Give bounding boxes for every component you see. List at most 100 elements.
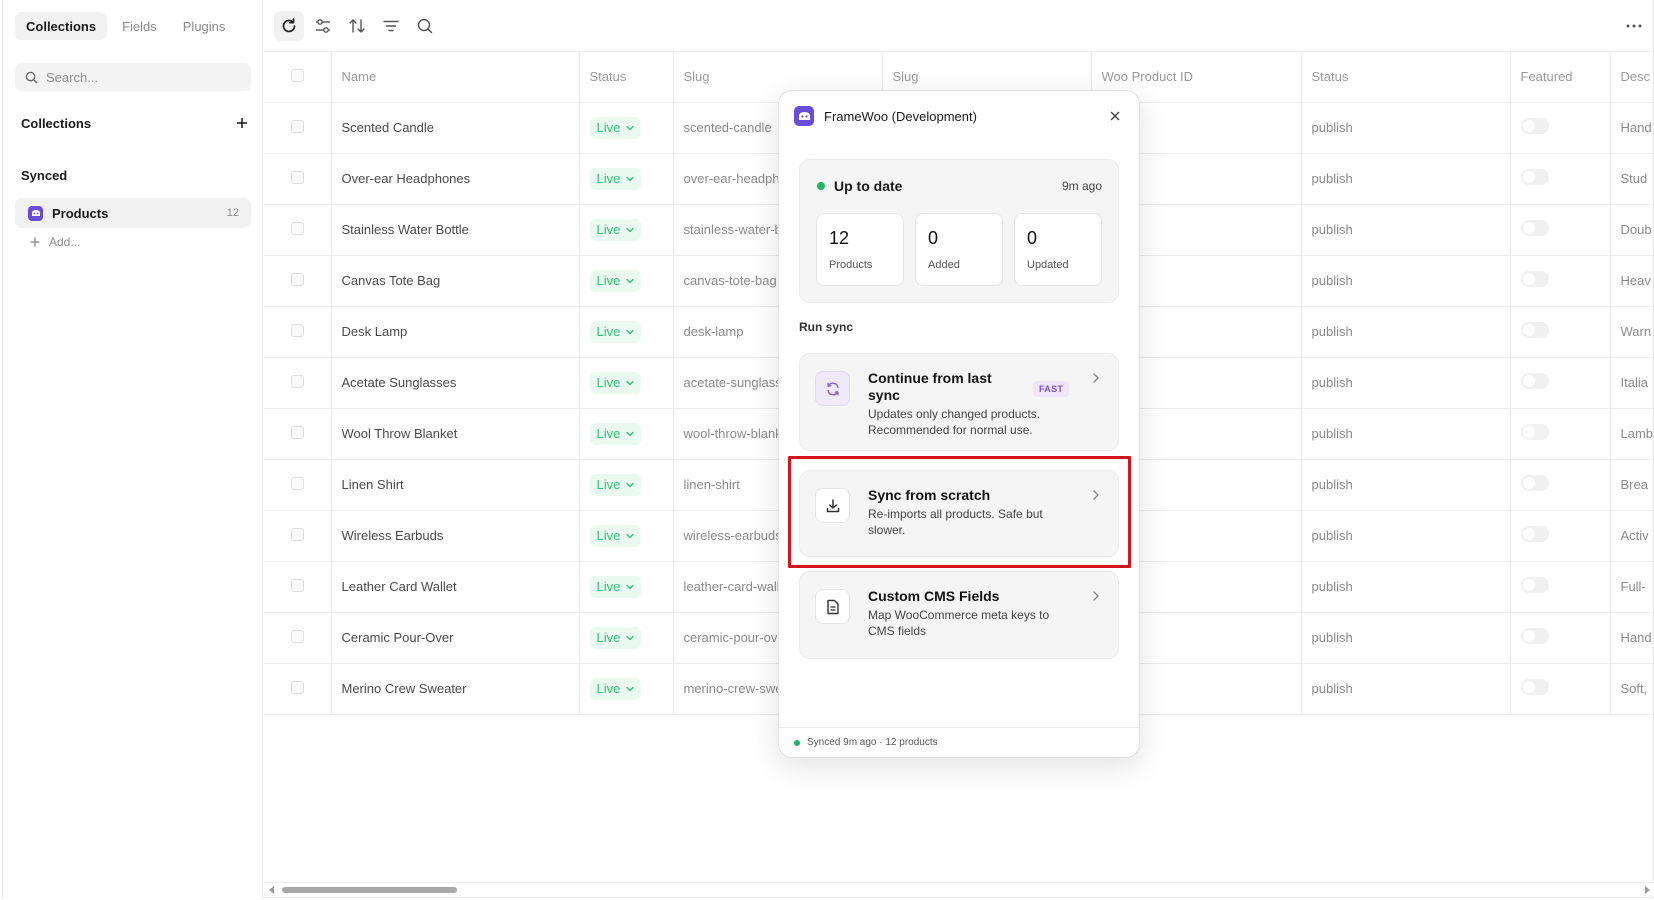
- status-badge[interactable]: Live: [589, 677, 642, 700]
- cell-status[interactable]: Live: [579, 102, 674, 154]
- row-checkbox[interactable]: [264, 663, 332, 715]
- cell-wp-status[interactable]: publish: [1301, 510, 1511, 562]
- sort-button[interactable]: [342, 11, 372, 41]
- column-header[interactable]: Featured: [1510, 52, 1611, 103]
- cell-status[interactable]: Live: [579, 357, 674, 409]
- cell-status[interactable]: Live: [579, 663, 674, 715]
- cell-wp-status[interactable]: publish: [1301, 408, 1511, 460]
- tab-collections[interactable]: Collections: [15, 12, 108, 40]
- sync-from-scratch-button[interactable]: Sync from scratch Re-imports all product…: [799, 470, 1119, 557]
- featured-toggle[interactable]: [1520, 679, 1549, 695]
- cell-featured[interactable]: [1510, 153, 1611, 205]
- cell-wp-status[interactable]: publish: [1301, 204, 1511, 256]
- close-button[interactable]: [1106, 107, 1124, 125]
- cell-name[interactable]: Over-ear Headphones: [331, 153, 580, 205]
- status-badge[interactable]: Live: [589, 422, 642, 445]
- cell-name[interactable]: Wool Throw Blanket: [331, 408, 580, 460]
- featured-toggle[interactable]: [1520, 628, 1549, 644]
- column-header[interactable]: Desc: [1610, 52, 1654, 103]
- more-button[interactable]: [1619, 11, 1649, 41]
- cell-description[interactable]: Full-: [1610, 561, 1654, 613]
- featured-toggle[interactable]: [1520, 475, 1549, 491]
- row-checkbox[interactable]: [264, 102, 332, 154]
- cell-description[interactable]: Heav: [1610, 255, 1654, 307]
- custom-cms-fields-button[interactable]: Custom CMS Fields Map WooCommerce meta k…: [799, 571, 1119, 659]
- row-checkbox[interactable]: [264, 561, 332, 613]
- cell-status[interactable]: Live: [579, 561, 674, 613]
- cell-name[interactable]: Merino Crew Sweater: [331, 663, 580, 715]
- cell-name[interactable]: Stainless Water Bottle: [331, 204, 580, 256]
- search-input[interactable]: [46, 69, 236, 85]
- row-checkbox[interactable]: [264, 255, 332, 307]
- status-badge[interactable]: Live: [589, 371, 642, 394]
- status-badge[interactable]: Live: [589, 167, 642, 190]
- cell-status[interactable]: Live: [579, 306, 674, 358]
- scrollbar-thumb[interactable]: [282, 887, 457, 893]
- cell-name[interactable]: Linen Shirt: [331, 459, 580, 511]
- cell-featured[interactable]: [1510, 408, 1611, 460]
- cell-featured[interactable]: [1510, 102, 1611, 154]
- status-badge[interactable]: Live: [589, 320, 642, 343]
- cell-featured[interactable]: [1510, 612, 1611, 664]
- row-checkbox[interactable]: [264, 459, 332, 511]
- cell-status[interactable]: Live: [579, 459, 674, 511]
- scroll-right-icon[interactable]: [1645, 886, 1650, 894]
- search-button[interactable]: [410, 11, 440, 41]
- row-checkbox[interactable]: [264, 306, 332, 358]
- cell-wp-status[interactable]: publish: [1301, 255, 1511, 307]
- row-checkbox[interactable]: [264, 510, 332, 562]
- row-checkbox[interactable]: [264, 153, 332, 205]
- status-badge[interactable]: Live: [589, 218, 642, 241]
- cell-featured[interactable]: [1510, 204, 1611, 256]
- cell-featured[interactable]: [1510, 663, 1611, 715]
- cell-status[interactable]: Live: [579, 408, 674, 460]
- select-all-checkbox[interactable]: [264, 52, 332, 103]
- cell-description[interactable]: Hand: [1610, 102, 1654, 154]
- add-synced-button[interactable]: Add...: [30, 235, 80, 249]
- row-checkbox[interactable]: [264, 612, 332, 664]
- cell-description[interactable]: Hand: [1610, 612, 1654, 664]
- status-badge[interactable]: Live: [589, 269, 642, 292]
- filter-button[interactable]: [376, 11, 406, 41]
- cell-featured[interactable]: [1510, 357, 1611, 409]
- status-badge[interactable]: Live: [589, 626, 642, 649]
- sidebar-item-products[interactable]: Products 12: [15, 198, 251, 228]
- cell-description[interactable]: Warn: [1610, 306, 1654, 358]
- cell-status[interactable]: Live: [579, 510, 674, 562]
- featured-toggle[interactable]: [1520, 577, 1549, 593]
- cell-wp-status[interactable]: publish: [1301, 459, 1511, 511]
- cell-description[interactable]: Activ: [1610, 510, 1654, 562]
- featured-toggle[interactable]: [1520, 118, 1549, 134]
- featured-toggle[interactable]: [1520, 271, 1549, 287]
- cell-featured[interactable]: [1510, 510, 1611, 562]
- status-badge[interactable]: Live: [589, 116, 642, 139]
- status-badge[interactable]: Live: [589, 473, 642, 496]
- cell-name[interactable]: Canvas Tote Bag: [331, 255, 580, 307]
- cell-wp-status[interactable]: publish: [1301, 153, 1511, 205]
- cell-name[interactable]: Desk Lamp: [331, 306, 580, 358]
- featured-toggle[interactable]: [1520, 526, 1549, 542]
- cell-wp-status[interactable]: publish: [1301, 561, 1511, 613]
- cell-description[interactable]: Italia: [1610, 357, 1654, 409]
- column-header[interactable]: Status: [579, 52, 674, 103]
- horizontal-scrollbar[interactable]: [264, 882, 1654, 896]
- featured-toggle[interactable]: [1520, 424, 1549, 440]
- cell-description[interactable]: Stud: [1610, 153, 1654, 205]
- cell-featured[interactable]: [1510, 459, 1611, 511]
- cell-name[interactable]: Leather Card Wallet: [331, 561, 580, 613]
- cell-wp-status[interactable]: publish: [1301, 612, 1511, 664]
- cell-featured[interactable]: [1510, 255, 1611, 307]
- cell-description[interactable]: Doub: [1610, 204, 1654, 256]
- row-checkbox[interactable]: [264, 357, 332, 409]
- cell-status[interactable]: Live: [579, 255, 674, 307]
- featured-toggle[interactable]: [1520, 220, 1549, 236]
- cell-name[interactable]: Scented Candle: [331, 102, 580, 154]
- fields-settings-button[interactable]: [308, 11, 338, 41]
- column-header[interactable]: Name: [331, 52, 580, 103]
- featured-toggle[interactable]: [1520, 322, 1549, 338]
- cell-wp-status[interactable]: publish: [1301, 102, 1511, 154]
- row-checkbox[interactable]: [264, 204, 332, 256]
- cell-description[interactable]: Brea: [1610, 459, 1654, 511]
- cell-name[interactable]: Acetate Sunglasses: [331, 357, 580, 409]
- cell-featured[interactable]: [1510, 561, 1611, 613]
